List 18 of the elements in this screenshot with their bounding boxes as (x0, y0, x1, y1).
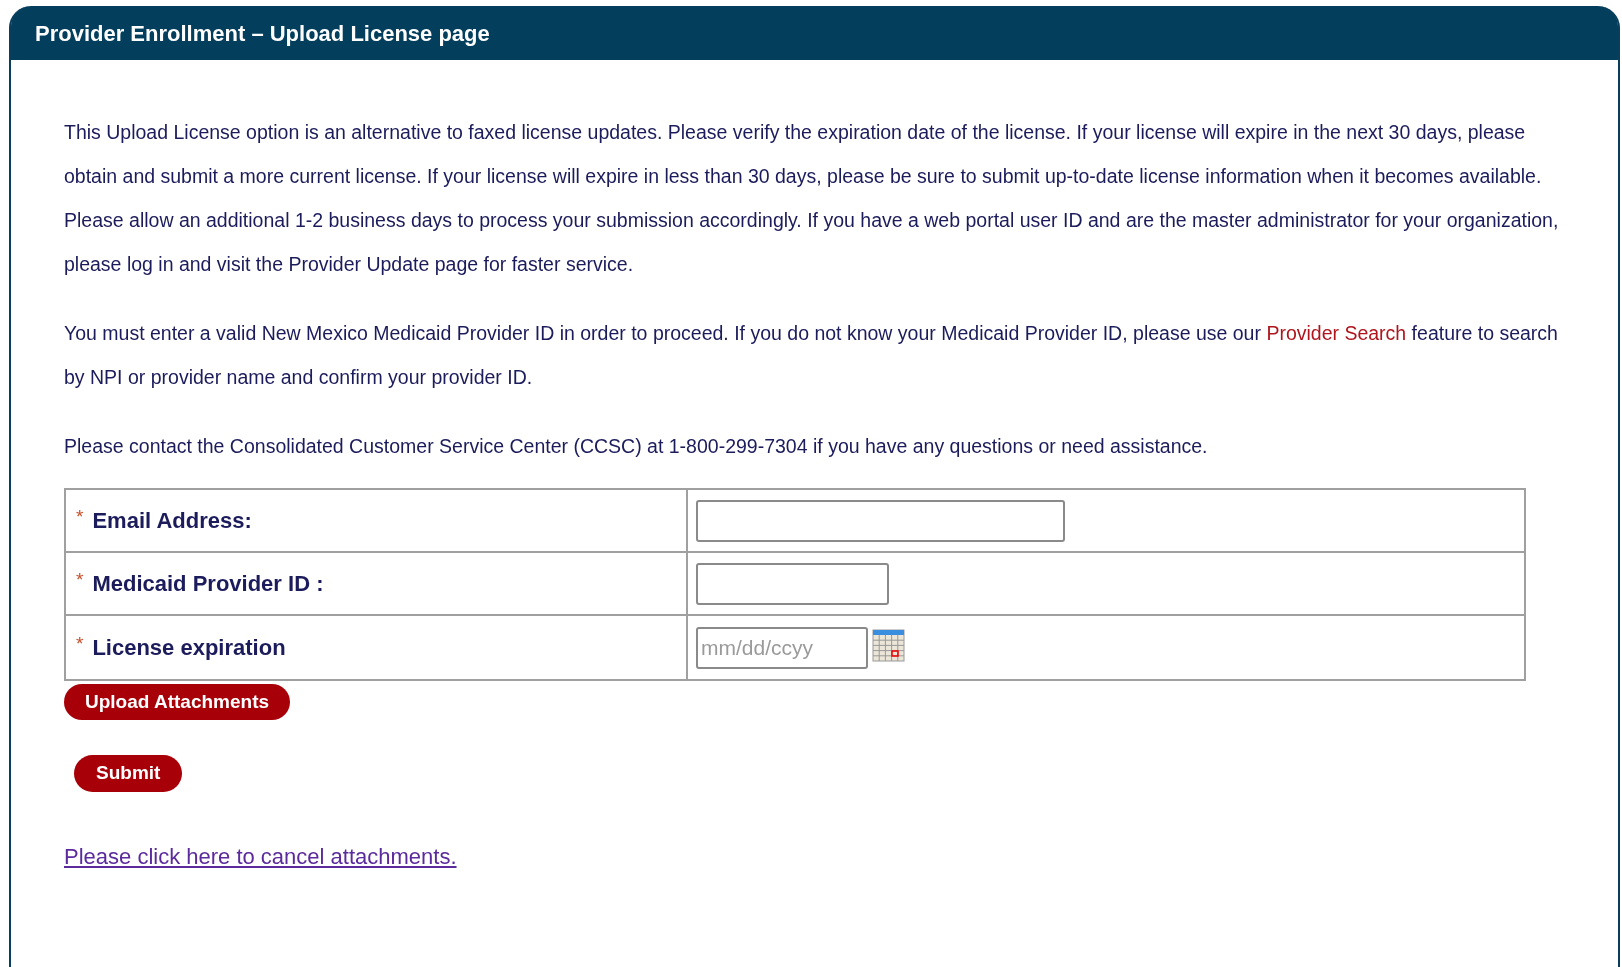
date-input-field[interactable]: mm/dd/ccyy (696, 626, 868, 669)
field-label: License expiration (92, 634, 286, 662)
submit-button[interactable]: Submit (74, 755, 183, 792)
field-label: Email Address: (92, 507, 252, 535)
provider-id-input-field[interactable] (696, 562, 889, 605)
calendar-icon[interactable] (872, 629, 905, 662)
field-label: Medicaid Provider ID : (92, 570, 324, 598)
upload-attachments-button[interactable]: Upload Attachments (64, 684, 291, 720)
cancel-attachments-link[interactable]: Please click here to cancel attachments. (64, 840, 457, 873)
email-input-field[interactable] (696, 499, 1065, 542)
provider-search-link[interactable]: Provider Search (1266, 322, 1407, 344)
paragraph-text: You must enter a valid New Mexico Medicaid Provider ID in order to proceed. If you do not know your Medicaid Provider ID, please use our Provider Search feature to search by NPI or provider name and confirm your provider ID. (64, 321, 1559, 390)
paragraph-text: This Upload License option is an alternative to faxed license updates. Please verify the expiration date of the license. If your license will expire in the next 30 days, please obtain and submit a more current license. If your license will expire in less than 30 days, please be sure to submit up-to-date license information when it becomes available. Please allow an additional 1-2 business days to process your submission accordingly. If you have a web portal user ID and are the master administrator for your organization, please log in and visit the Provider Update page for faster service. (64, 120, 1560, 277)
required-mark: * (76, 568, 84, 593)
required-mark: * (76, 505, 84, 530)
panel-title: Provider Enrollment – Upload License page (35, 19, 490, 48)
paragraph-text: Please contact the Consolidated Customer Service Center (CCSC) at 1-800-299-7304 if you have any questions or need assistance. (64, 434, 1209, 459)
required-mark: * (76, 632, 84, 657)
